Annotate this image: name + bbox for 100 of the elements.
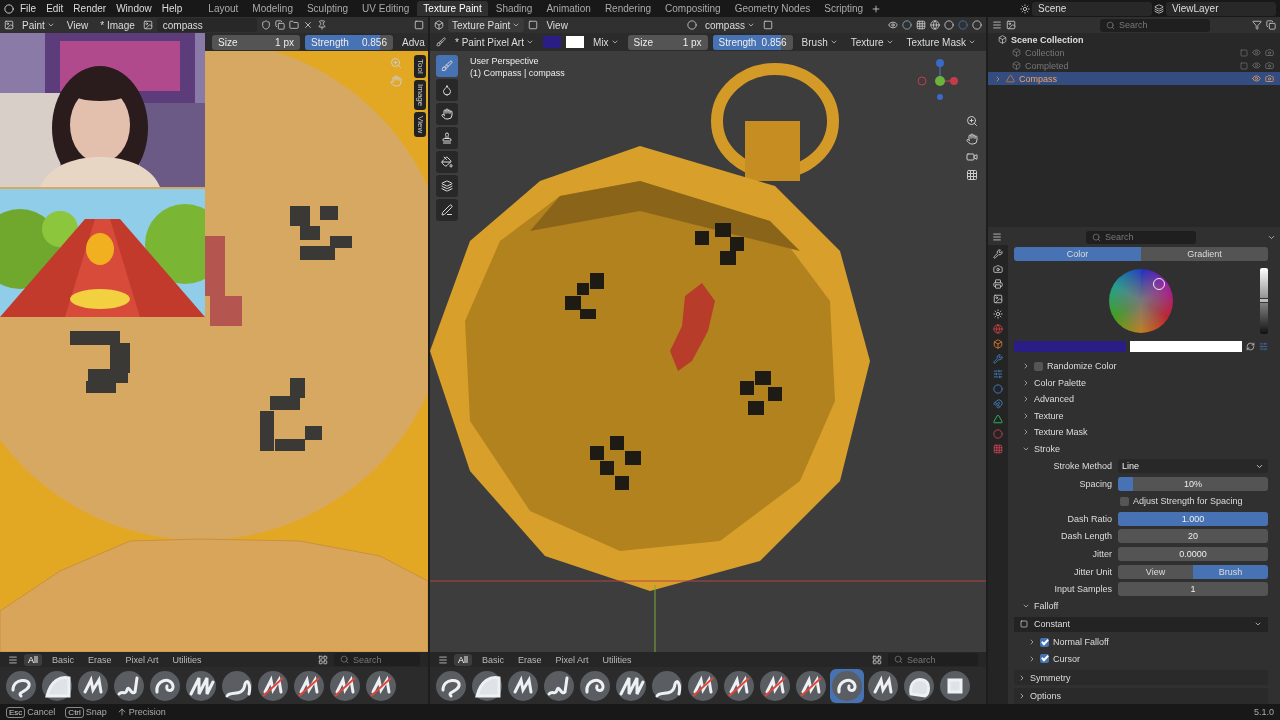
camera-icon[interactable] [966, 151, 978, 163]
menu-item[interactable]: View [62, 18, 93, 32]
shield-icon[interactable] [260, 20, 271, 30]
tool-button[interactable] [436, 103, 458, 125]
printer-icon[interactable] [993, 279, 1003, 289]
panel-header[interactable]: Randomize Color [1047, 361, 1117, 372]
menu-dropdown[interactable]: Brush [797, 35, 842, 49]
value-slider[interactable]: 10% [1118, 476, 1268, 491]
copy-icon[interactable] [274, 20, 285, 30]
brush-button[interactable] [148, 668, 182, 703]
hand-icon[interactable] [966, 133, 978, 145]
object-dropdown[interactable]: compass [700, 18, 759, 32]
brush-button[interactable] [434, 668, 468, 703]
menu-item[interactable]: Edit [42, 3, 68, 14]
globe-icon[interactable] [993, 324, 1003, 334]
square-icon[interactable] [528, 20, 539, 30]
square-icon[interactable] [762, 20, 773, 30]
brush-button[interactable] [830, 668, 864, 703]
tool-icon[interactable] [993, 249, 1003, 259]
grid-icon[interactable] [966, 169, 978, 181]
menu-dropdown[interactable]: Texture [846, 35, 898, 49]
brush-button[interactable] [542, 668, 576, 703]
workspace-tab[interactable]: UV Editing [356, 1, 416, 16]
checkbox[interactable] [1040, 654, 1049, 664]
workspace-tab[interactable]: Scripting [818, 1, 870, 16]
toggle-option[interactable]: View [1118, 564, 1193, 579]
brush-dropdown[interactable]: * Paint Pixel Art [451, 35, 538, 49]
number-field[interactable]: Size 1 px [627, 34, 708, 50]
shelf-tab[interactable]: Basic [48, 653, 79, 666]
menu-item[interactable]: View [542, 18, 572, 32]
new-collection-icon[interactable] [1266, 20, 1276, 30]
number-field[interactable]: 1 [1118, 582, 1268, 597]
panel-header[interactable]: Texture [1034, 410, 1064, 421]
blend-dropdown[interactable]: Mix [589, 35, 623, 49]
color-swatch[interactable] [1014, 341, 1126, 353]
scene-field[interactable]: Scene [1032, 1, 1152, 16]
menu-dropdown[interactable]: Texture Mask [902, 35, 980, 49]
menu-item[interactable]: Render [69, 3, 111, 14]
menu-item[interactable]: File [16, 3, 41, 14]
brightness-slider[interactable] [1260, 267, 1268, 334]
dropdown[interactable]: Line [1118, 459, 1268, 474]
grid-icon[interactable] [916, 20, 926, 30]
menu-item[interactable]: * Image [96, 18, 139, 32]
shelf-tab[interactable]: Utilities [168, 653, 206, 666]
color-swatch[interactable] [1130, 341, 1242, 353]
shelf-tab[interactable]: Erase [514, 653, 546, 666]
brush-button[interactable] [866, 668, 900, 703]
value-slider[interactable]: Strength 0.856 [305, 34, 393, 50]
shelf-tab[interactable]: All [24, 653, 42, 666]
shelf-tab[interactable]: Pixel Art [551, 653, 593, 666]
editor-type-icon[interactable] [4, 20, 14, 30]
brush-button[interactable] [328, 668, 362, 703]
axis-gizmo-icon[interactable] [916, 57, 960, 101]
brush-icon[interactable] [436, 37, 446, 47]
brush-button[interactable] [220, 668, 254, 703]
outliner-row[interactable]: Compass [988, 72, 1280, 85]
panel-header[interactable]: Stroke [1034, 444, 1060, 455]
brush-button[interactable] [184, 668, 218, 703]
search-field[interactable]: Search [888, 653, 978, 666]
brush-button[interactable] [794, 668, 828, 703]
search-field[interactable]: Search [1100, 18, 1210, 32]
grid-view-icon[interactable] [872, 654, 882, 665]
pin-icon[interactable] [316, 20, 327, 30]
panel-header[interactable]: Texture Mask [1034, 427, 1088, 438]
search-field[interactable]: Search [1086, 230, 1196, 244]
brush-button[interactable] [722, 668, 756, 703]
shelf-tab[interactable]: Utilities [598, 653, 636, 666]
toggle-option[interactable]: Brush [1193, 564, 1268, 579]
brush-button[interactable] [256, 668, 290, 703]
view-layer-field[interactable]: ViewLayer [1166, 1, 1276, 16]
brush-button[interactable] [578, 668, 612, 703]
tool-button[interactable] [436, 127, 458, 149]
brush-button[interactable] [364, 668, 398, 703]
color-swatch[interactable] [542, 36, 561, 48]
brush-button[interactable] [112, 668, 146, 703]
workspace-tab[interactable]: Shading [489, 1, 539, 16]
color-swatch[interactable] [566, 36, 585, 48]
side-tab[interactable]: Tool [414, 55, 426, 78]
tree-label[interactable]: Scene Collection [1011, 34, 1274, 45]
menu-item[interactable]: Help [157, 3, 187, 14]
side-tab[interactable]: Image [414, 79, 426, 110]
value-slider[interactable]: Strength 0.856 [712, 34, 793, 50]
brush-button[interactable] [938, 668, 972, 703]
shelf-tab[interactable]: Erase [84, 653, 116, 666]
brush-button[interactable] [758, 668, 792, 703]
menu-item[interactable]: Adva [398, 35, 429, 49]
panel-header[interactable]: Color Palette [1034, 377, 1087, 388]
panel-header[interactable]: Options [1014, 688, 1268, 704]
layers-icon[interactable] [1154, 3, 1164, 14]
checkbox[interactable] [1040, 637, 1049, 647]
brush-button[interactable] [902, 668, 936, 703]
panel-header[interactable]: Falloff [1034, 601, 1059, 612]
value-slider[interactable]: 1.000 [1118, 511, 1268, 526]
brush-button[interactable] [470, 668, 504, 703]
menu-item[interactable]: Window [112, 3, 156, 14]
image-name-field[interactable]: compass [156, 18, 257, 32]
search-field[interactable]: Search [334, 653, 420, 666]
brush-button[interactable] [650, 668, 684, 703]
workspace-tab[interactable]: Animation [540, 1, 597, 16]
falloff-dropdown[interactable]: Constant [1014, 616, 1268, 632]
